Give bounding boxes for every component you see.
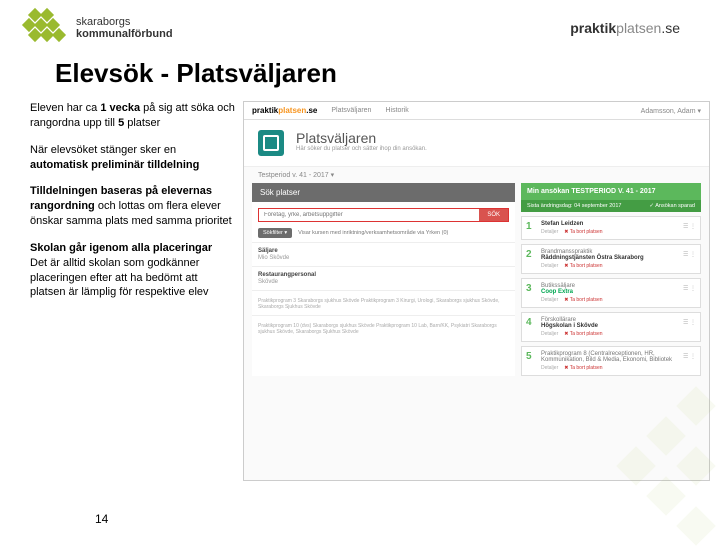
ss-nav-historik[interactable]: Historik [385, 107, 408, 114]
bullet-column: Eleven har ca 1 vecka på sig att söka oc… [30, 101, 235, 481]
drag-icon: ☰ ⋮ [683, 223, 696, 230]
ss-period-select[interactable]: Testperiod v. 41 - 2017 ▾ [244, 167, 709, 183]
ss-app-heading: Min ansökan TESTPERIOD V. 41 - 2017 [521, 183, 701, 200]
platsvaljaren-icon [258, 130, 284, 156]
ss-app-item: 4FörskollärareHögskolan i SkövdeDetaljer… [521, 312, 701, 342]
ss-app-item: 1Stefan LeidzenDetaljer✖ Ta bort platsen… [521, 216, 701, 240]
drag-icon: ☰ ⋮ [683, 285, 696, 292]
background-hex-decoration [580, 340, 720, 540]
ss-filter-text: Visar kursen med inriktning/verksamhetso… [298, 230, 448, 236]
ss-hero-title: Platsväljaren [296, 130, 427, 146]
ss-filter-button[interactable]: Sökfilter ▾ [258, 228, 292, 238]
ss-app-item: 3ButikssäljareCoop ExtraDetaljer✖ Ta bor… [521, 278, 701, 308]
ss-app-item: 2BrandmansspraktikRäddningstjänsten Östr… [521, 244, 701, 274]
ss-search-input[interactable] [259, 209, 479, 221]
ss-search-button[interactable]: SÖK [479, 209, 508, 221]
page-number: 14 [95, 512, 108, 526]
ss-result-item: Praktikprogram 3 Skaraborgs sjukhus Sköv… [252, 290, 515, 315]
ss-brand: praktikplatsen.se [252, 106, 317, 115]
ss-result-item: SäljareMio Skövde [252, 242, 515, 266]
logo-right: praktikplatsen.se [570, 20, 680, 36]
ss-result-item: Praktikprogram 10 (dvs) Skaraborgs sjukh… [252, 315, 515, 340]
logo-left: skaraborgs kommunalförbund [20, 8, 173, 48]
hex-logo-icon [20, 8, 70, 48]
ss-result-item: RestaurangpersonalSkövde [252, 266, 515, 290]
drag-icon: ☰ ⋮ [683, 251, 696, 258]
drag-icon: ☰ ⋮ [683, 319, 696, 326]
ss-search-heading: Sök platser [252, 183, 515, 202]
page-title: Elevsök - Platsväljaren [0, 52, 720, 101]
ss-nav-platsvaljaren[interactable]: Platsväljaren [331, 107, 371, 114]
ss-user-menu[interactable]: Adamsson, Adam ▾ [641, 107, 701, 115]
logo-line1: skaraborgs [76, 16, 173, 28]
logo-line2: kommunalförbund [76, 28, 173, 40]
ss-hero-sub: Här söker du platser och sätter ihop din… [296, 146, 427, 152]
